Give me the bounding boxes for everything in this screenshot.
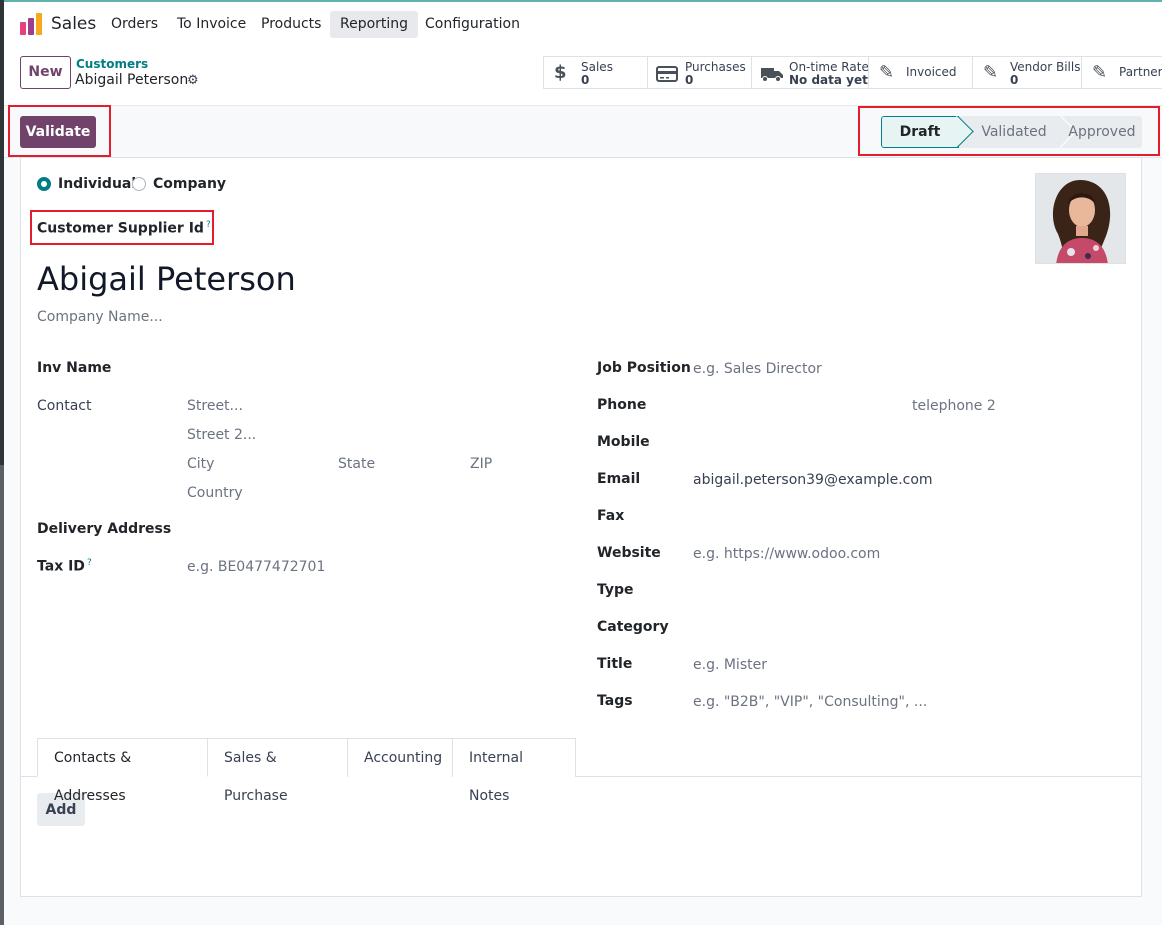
phone-label: Phone: [597, 397, 647, 413]
edit-icon: ✎: [879, 62, 895, 83]
credit-card-icon: [656, 66, 678, 82]
tab-contacts-addresses[interactable]: Contacts & Addresses: [37, 738, 208, 804]
menu-to-invoice[interactable]: To Invoice: [167, 11, 256, 38]
zip-input[interactable]: ZIP: [470, 456, 492, 472]
menu-products[interactable]: Products: [251, 11, 331, 38]
email-label: Email: [597, 471, 641, 487]
menu-configuration[interactable]: Configuration: [415, 11, 530, 38]
smart-label: On-time Rate: [789, 60, 869, 74]
email-input[interactable]: abigail.peterson39@example.com: [693, 472, 933, 488]
truck-icon: [761, 68, 783, 82]
website-input[interactable]: e.g. https://www.odoo.com: [693, 546, 880, 562]
radio-company[interactable]: Company: [132, 176, 226, 192]
delivery-address-label: Delivery Address: [37, 521, 172, 537]
smart-value: 0: [581, 73, 590, 87]
smart-button-sales[interactable]: $ Sales 0: [543, 56, 648, 89]
control-panel: New Customers Abigail Peterson ⚙ $ Sales…: [4, 46, 1162, 106]
company-name-input[interactable]: Company Name...: [37, 309, 163, 325]
highlight-box-validate: [8, 105, 111, 157]
menu-reporting[interactable]: Reporting: [330, 11, 419, 38]
form-sheet: Individual Company Customer Supplier Id?…: [20, 157, 1142, 897]
tooltip-icon[interactable]: ?: [87, 558, 92, 568]
smart-value: 0: [685, 73, 694, 87]
state-input[interactable]: State: [338, 456, 375, 472]
highlight-box-supplier-id: [30, 210, 214, 245]
contact-label: Contact: [37, 398, 92, 414]
smart-label: Invoiced: [906, 65, 957, 79]
inv-name-label: Inv Name: [37, 360, 112, 376]
tab-sales-purchase[interactable]: Sales & Purchase: [207, 738, 348, 804]
new-button[interactable]: New: [20, 56, 71, 89]
main-navbar: Sales Orders To Invoice Products Reporti…: [4, 2, 1162, 46]
radio-label: Company: [153, 176, 227, 192]
stage-draft-label: Draft: [899, 124, 941, 140]
tab-accounting[interactable]: Accounting: [347, 738, 453, 777]
smart-value: No data yet: [789, 73, 868, 87]
title-input[interactable]: e.g. Mister: [693, 657, 767, 673]
menu-orders[interactable]: Orders: [101, 11, 168, 38]
title-label: Title: [597, 656, 633, 672]
app-name[interactable]: Sales: [51, 14, 96, 34]
smart-label: Purchases: [685, 60, 746, 74]
tab-internal-notes[interactable]: Internal Notes: [452, 738, 576, 804]
tags-input[interactable]: e.g. "B2B", "VIP", "Consulting", ...: [693, 694, 927, 710]
edit-icon: ✎: [983, 62, 999, 83]
smart-button-invoiced[interactable]: ✎ Invoiced: [868, 56, 973, 89]
radio-dot-selected: [37, 177, 51, 191]
street2-input[interactable]: Street 2...: [187, 427, 256, 443]
radio-dot: [132, 177, 146, 191]
partner-name[interactable]: Abigail Peterson: [37, 260, 296, 298]
breadcrumb-customers[interactable]: Customers: [76, 57, 148, 71]
country-input[interactable]: Country: [187, 485, 243, 501]
edit-icon: ✎: [1092, 62, 1108, 83]
smart-label: Partner L: [1119, 65, 1162, 79]
tax-id-input[interactable]: e.g. BE0477472701: [187, 559, 325, 575]
radio-label: Individual: [58, 176, 137, 192]
street-input[interactable]: Street...: [187, 398, 243, 414]
smart-value: 0: [1010, 73, 1019, 87]
smart-button-on-time-rate[interactable]: On-time Rate No data yet: [751, 56, 869, 89]
tax-id-label: Tax ID?: [37, 558, 92, 575]
smart-button-vendor-bills[interactable]: ✎ Vendor Bills 0: [972, 56, 1082, 89]
gear-icon[interactable]: ⚙: [187, 73, 199, 88]
radio-individual[interactable]: Individual: [37, 176, 136, 192]
smart-button-purchases[interactable]: Purchases 0: [647, 56, 752, 89]
phone2-input[interactable]: telephone 2: [912, 398, 996, 414]
job-position-input[interactable]: e.g. Sales Director: [693, 361, 822, 377]
category-label: Category: [597, 619, 669, 635]
dollar-icon: $: [554, 62, 567, 83]
sales-app-icon[interactable]: [19, 12, 43, 36]
avatar-photo: [1036, 174, 1125, 263]
breadcrumb-current: Abigail Peterson: [75, 72, 189, 88]
avatar[interactable]: [1035, 173, 1126, 264]
job-position-label: Job Position: [597, 360, 691, 376]
mobile-label: Mobile: [597, 434, 650, 450]
smart-button-partner-ledger[interactable]: ✎ Partner L: [1081, 56, 1162, 89]
type-label: Type: [597, 582, 634, 598]
smart-label: Sales: [581, 60, 613, 74]
tags-label: Tags: [597, 693, 633, 709]
website-label: Website: [597, 545, 661, 561]
city-input[interactable]: City: [187, 456, 214, 472]
fax-label: Fax: [597, 508, 625, 524]
smart-label: Vendor Bills: [1010, 60, 1081, 74]
